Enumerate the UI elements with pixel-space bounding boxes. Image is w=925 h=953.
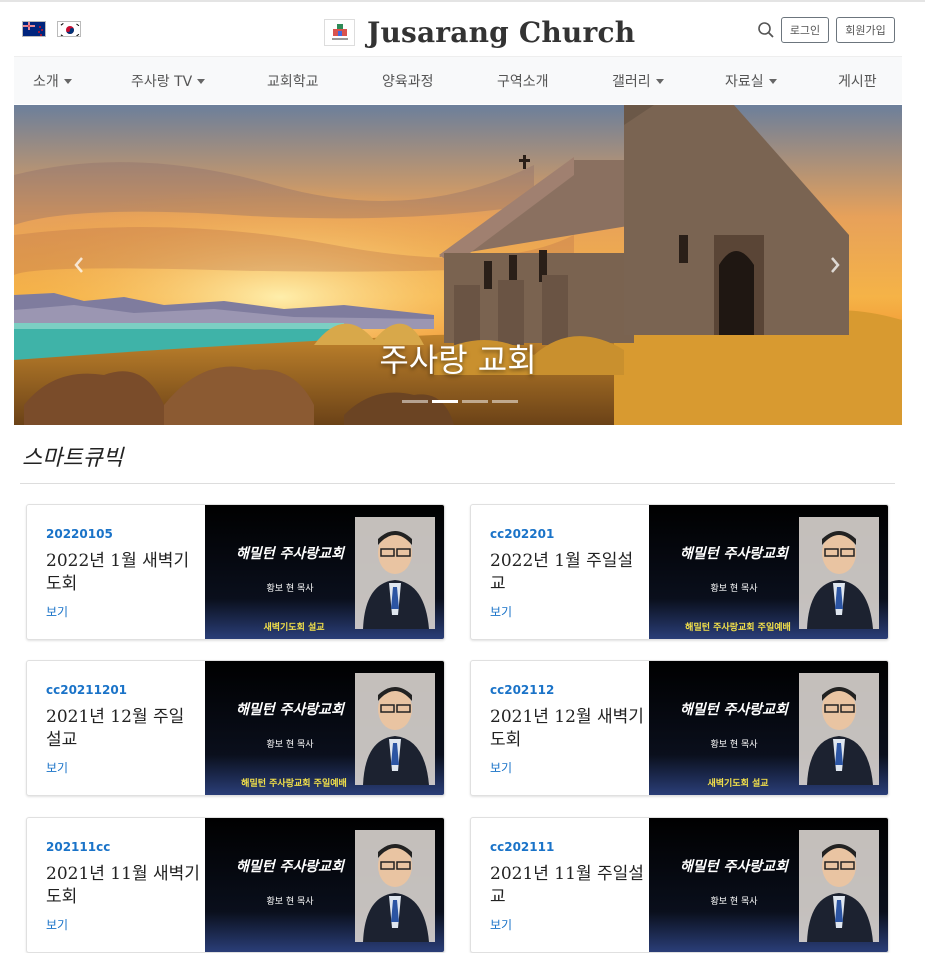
card-view-link[interactable]: 보기 bbox=[490, 916, 512, 933]
card[interactable]: cc202111 2021년 11월 주일설교보기 해밀턴 주사랑교회황보 현 목사 bbox=[470, 817, 889, 953]
nav-item-label: 주사랑 TV bbox=[131, 74, 193, 90]
thumb-footer: 새벽기도회 설교 bbox=[263, 623, 325, 633]
card-view-link[interactable]: 보기 bbox=[46, 916, 68, 933]
card[interactable]: 202111cc 2021년 11월 새벽기도회보기 해밀턴 주사랑교회황보 현 목… bbox=[26, 817, 445, 953]
nav-item-gallery[interactable]: 갤러리 bbox=[612, 57, 664, 105]
thumb-title: 해밀턴 주사랑교회 bbox=[680, 546, 788, 562]
card-code[interactable]: cc202111 bbox=[490, 840, 554, 854]
caret-down-icon bbox=[63, 78, 72, 84]
church-logo-icon bbox=[324, 18, 355, 46]
login-button[interactable]: 로그인 bbox=[781, 17, 829, 43]
sermon-thumbnail[interactable]: 해밀턴 주사랑교회황보 현 목사해밀턴 주사랑교회 주일예배 bbox=[649, 505, 888, 639]
nav-item-label: 교회학교 bbox=[267, 74, 319, 90]
section-title: 스마트큐빅 bbox=[22, 446, 124, 471]
card-title: 2022년 1월 주일설교 bbox=[490, 551, 634, 594]
card-code[interactable]: 20220105 bbox=[46, 527, 113, 541]
card-title: 2021년 12월 새벽기도회 bbox=[490, 707, 644, 750]
chevron-right-icon[interactable] bbox=[828, 255, 842, 275]
card[interactable]: cc20211201 2021년 12월 주일 설교보기 해밀턴 주사랑교회황보 현… bbox=[26, 660, 445, 796]
nav-item-resources[interactable]: 자료실 bbox=[725, 57, 777, 105]
thumb-title: 해밀턴 주사랑교회 bbox=[236, 859, 344, 875]
carousel-indicator[interactable] bbox=[402, 400, 428, 403]
kr-flag-icon[interactable] bbox=[57, 21, 81, 37]
nz-flag-icon[interactable] bbox=[22, 21, 46, 37]
sermon-thumbnail[interactable]: 해밀턴 주사랑교회황보 현 목사새벽기도회 설교 bbox=[205, 505, 444, 639]
nav-item-intro[interactable]: 소개 bbox=[33, 57, 72, 105]
nav-item-label: 구역소개 bbox=[497, 74, 549, 90]
card-code[interactable]: cc202112 bbox=[490, 683, 554, 697]
thumb-title: 해밀턴 주사랑교회 bbox=[680, 702, 788, 718]
nav-item-label: 소개 bbox=[33, 74, 59, 90]
signup-button[interactable]: 회원가입 bbox=[836, 17, 895, 43]
section-divider bbox=[20, 483, 895, 484]
card[interactable]: 20220105 2022년 1월 새벽기도회보기 해밀턴 주사랑교회황보 현 목사… bbox=[26, 504, 445, 640]
search-icon[interactable] bbox=[757, 21, 775, 39]
thumb-pastor: 황보 현 목사 bbox=[710, 584, 758, 594]
card-code[interactable]: 202111cc bbox=[46, 840, 110, 854]
thumb-pastor: 황보 현 목사 bbox=[266, 740, 314, 750]
thumb-title: 해밀턴 주사랑교회 bbox=[680, 859, 788, 875]
thumb-pastor: 황보 현 목사 bbox=[710, 740, 758, 750]
nav-item-label: 양육과정 bbox=[382, 74, 434, 90]
carousel-indicator[interactable] bbox=[432, 400, 458, 403]
carousel-indicators bbox=[402, 400, 518, 403]
brand[interactable]: Jusarang Church bbox=[324, 12, 635, 52]
hero-caption: 주사랑 교회 bbox=[379, 341, 537, 379]
nav-item-label: 갤러리 bbox=[612, 74, 651, 90]
thumb-footer: 해밀턴 주사랑교회 주일예배 bbox=[241, 779, 347, 789]
card-title: 2021년 12월 주일 설교 bbox=[46, 707, 185, 750]
card[interactable]: cc202201 2022년 1월 주일설교 보기 해밀턴 주사랑교회 황보 현 목사 해… bbox=[470, 504, 889, 640]
carousel-indicator[interactable] bbox=[462, 400, 488, 403]
card[interactable]: cc202112 2021년 12월 새벽기도회보기 해밀턴 주사랑교회황보 현 목… bbox=[470, 660, 889, 796]
thumb-pastor: 황보 현 목사 bbox=[266, 897, 314, 907]
caret-down-icon bbox=[197, 78, 206, 84]
site-title: Jusarang Church bbox=[367, 15, 636, 49]
caret-down-icon bbox=[655, 78, 664, 84]
nav-item-tv[interactable]: 주사랑 TV bbox=[131, 57, 206, 105]
card-view-link[interactable]: 보기 bbox=[46, 603, 68, 620]
main-nav: 소개 주사랑 TV 교회학교 양육과정 구역소개 갤러리 자료실 게시판 bbox=[14, 56, 902, 104]
hero-carousel[interactable]: 주사랑 교회 bbox=[14, 105, 902, 425]
sermon-thumbnail[interactable]: 해밀턴 주사랑교회황보 현 목사 bbox=[205, 818, 444, 952]
sermon-thumbnail[interactable]: 해밀턴 주사랑교회황보 현 목사해밀턴 주사랑교회 주일예배 bbox=[205, 661, 444, 795]
carousel-indicator[interactable] bbox=[492, 400, 518, 403]
sermon-thumbnail[interactable]: 해밀턴 주사랑교회황보 현 목사새벽기도회 설교 bbox=[649, 661, 888, 795]
thumb-footer: 새벽기도회 설교 bbox=[707, 779, 769, 789]
thumb-pastor: 황보 현 목사 bbox=[266, 584, 314, 594]
thumb-title: 해밀턴 주사랑교회 bbox=[236, 702, 344, 718]
caret-down-icon bbox=[768, 78, 777, 84]
card-code[interactable]: cc20211201 bbox=[46, 683, 127, 697]
card-view-link[interactable]: 보기 bbox=[490, 759, 512, 776]
card-title: 2021년 11월 새벽기도회 bbox=[46, 864, 200, 907]
card-title: 2022년 1월 새벽기도회 bbox=[46, 551, 190, 594]
nav-item-districts[interactable]: 구역소개 bbox=[497, 57, 549, 105]
sermon-thumbnail[interactable]: 해밀턴 주사랑교회황보 현 목사 bbox=[649, 818, 888, 952]
thumb-title: 해밀턴 주사랑교회 bbox=[236, 546, 344, 562]
nav-item-label: 자료실 bbox=[725, 74, 764, 90]
nav-item-training[interactable]: 양육과정 bbox=[382, 57, 434, 105]
card-code[interactable]: cc202201 bbox=[490, 527, 554, 541]
thumb-footer: 해밀턴 주사랑교회 주일예배 bbox=[685, 623, 791, 633]
nav-item-board[interactable]: 게시판 bbox=[838, 57, 877, 105]
card-title: 2021년 11월 주일설교 bbox=[490, 864, 644, 907]
chevron-left-icon[interactable] bbox=[72, 255, 86, 275]
site-header: Jusarang Church 로그인 회원가입 bbox=[0, 2, 925, 56]
card-view-link[interactable]: 보기 bbox=[490, 603, 512, 620]
thumb-pastor: 황보 현 목사 bbox=[710, 897, 758, 907]
nav-item-church-school[interactable]: 교회학교 bbox=[267, 57, 319, 105]
nav-item-label: 게시판 bbox=[838, 74, 877, 90]
card-view-link[interactable]: 보기 bbox=[46, 759, 68, 776]
